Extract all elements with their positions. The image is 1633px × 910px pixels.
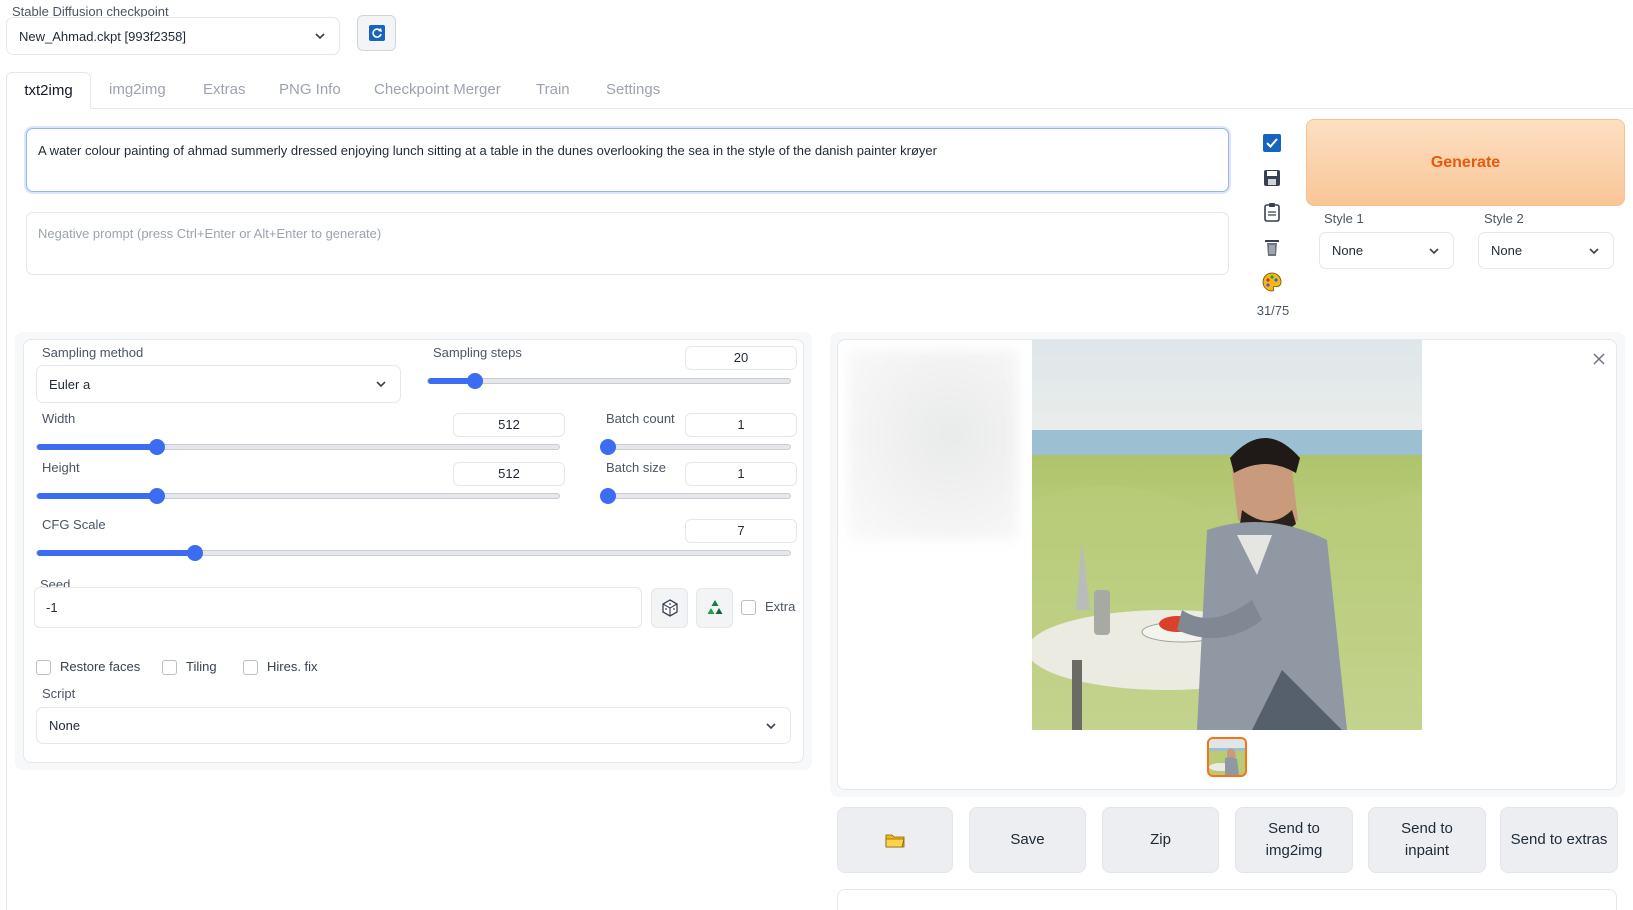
style2-dropdown[interactable]: None [1478,232,1614,269]
checkbox-icon [1263,134,1281,152]
tab-txt2img[interactable]: txt2img [6,72,91,109]
token-counter: 31/75 [1256,303,1290,318]
style2-value: None [1491,243,1523,258]
hires-fix-checkbox[interactable] [243,660,258,675]
chevron-down-icon [1429,247,1439,254]
refresh-icon [368,25,385,41]
refresh-checkpoint-button[interactable] [357,15,396,51]
sampling-method-dropdown[interactable]: Euler a [36,365,401,403]
clear-prompt-button[interactable] [1258,233,1286,261]
reuse-seed-button[interactable] [696,588,733,628]
checkpoint-dropdown[interactable]: New_Ahmad.ckpt [993f2358] [6,17,340,55]
width-slider[interactable] [36,439,560,455]
chevron-down-icon [1589,247,1599,254]
batch-size-label: Batch size [606,460,666,475]
tab-png-info[interactable]: PNG Info [279,72,341,108]
gallery-thumbnail[interactable] [1207,737,1247,777]
cfg-scale-input[interactable]: 7 [685,519,797,543]
send-to-img2img-button[interactable]: Send to img2img [1235,807,1353,873]
send-to-inpaint-button[interactable]: Send to inpaint [1368,807,1486,873]
left-edge [6,108,7,910]
cfg-scale-slider[interactable] [36,545,791,561]
send-to-extras-button[interactable]: Send to extras [1500,807,1618,873]
restore-faces-label: Restore faces [60,659,141,674]
trash-icon [1265,240,1279,256]
open-folder-button[interactable] [837,807,953,873]
close-icon [1593,353,1605,365]
tiling-checkbox[interactable] [162,660,177,675]
sampling-steps-input[interactable]: 20 [685,346,797,370]
tabs-baseline [6,108,1633,109]
chevron-down-icon [315,33,325,40]
clipboard-icon [1264,203,1280,222]
save-style-button[interactable] [1258,164,1286,192]
batch-size-input[interactable]: 1 [685,462,797,486]
zip-button[interactable]: Zip [1102,807,1219,873]
negative-prompt-input[interactable]: Negative prompt (press Ctrl+Enter or Alt… [26,212,1229,275]
checkpoint-value: New_Ahmad.ckpt [993f2358] [19,28,186,44]
seed-input[interactable]: -1 [34,587,642,628]
extra-seed-checkbox[interactable] [741,600,756,615]
recycle-icon [707,600,722,614]
palette-icon [1262,272,1282,292]
sampling-method-value: Euler a [49,376,91,392]
batch-size-slider[interactable] [600,488,791,504]
apply-styles-button[interactable] [1258,268,1286,296]
paste-prompt-button[interactable] [1258,198,1286,226]
generation-info-panel [837,889,1617,910]
close-gallery-button[interactable] [1590,350,1608,368]
restore-faces-checkbox[interactable] [36,660,51,675]
show-extra-networks-button[interactable] [1258,129,1286,157]
random-seed-button[interactable] [651,588,688,628]
gallery-blurred-background [848,350,1018,540]
script-value: None [49,718,81,733]
chevron-down-icon [376,381,386,388]
height-slider[interactable] [36,488,560,504]
style2-label: Style 2 [1484,211,1524,226]
dice-icon [661,599,678,617]
height-label: Height [42,460,80,475]
save-disk-icon [1264,170,1280,186]
width-label: Width [42,411,76,426]
tab-settings[interactable]: Settings [606,72,660,108]
sampling-steps-label: Sampling steps [433,345,522,360]
tiling-label: Tiling [186,659,217,674]
height-input[interactable]: 512 [453,462,565,486]
hires-fix-label: Hires. fix [267,659,318,674]
prompt-input[interactable]: A water colour painting of ahmad summerl… [26,128,1229,192]
cfg-scale-label: CFG Scale [42,517,106,532]
batch-count-input[interactable]: 1 [685,413,797,437]
style1-label: Style 1 [1324,211,1364,226]
tab-img2img[interactable]: img2img [109,72,166,108]
chevron-down-icon [766,722,776,729]
script-label: Script [42,686,76,701]
batch-count-label: Batch count [606,411,675,426]
generate-button[interactable]: Generate [1306,119,1625,206]
tab-train[interactable]: Train [536,72,570,108]
sampling-method-label: Sampling method [42,345,144,360]
width-input[interactable]: 512 [453,413,565,437]
generated-image[interactable] [1032,340,1422,730]
sampling-steps-slider[interactable] [427,373,791,389]
tab-extras[interactable]: Extras [203,72,246,108]
tab-checkpoint-merger[interactable]: Checkpoint Merger [374,72,501,108]
save-button[interactable]: Save [969,807,1086,873]
folder-icon [885,834,905,848]
style1-value: None [1332,243,1364,258]
extra-seed-label: Extra [765,599,796,614]
batch-count-slider[interactable] [600,439,791,455]
style1-dropdown[interactable]: None [1319,232,1454,269]
script-dropdown[interactable]: None [36,707,791,744]
